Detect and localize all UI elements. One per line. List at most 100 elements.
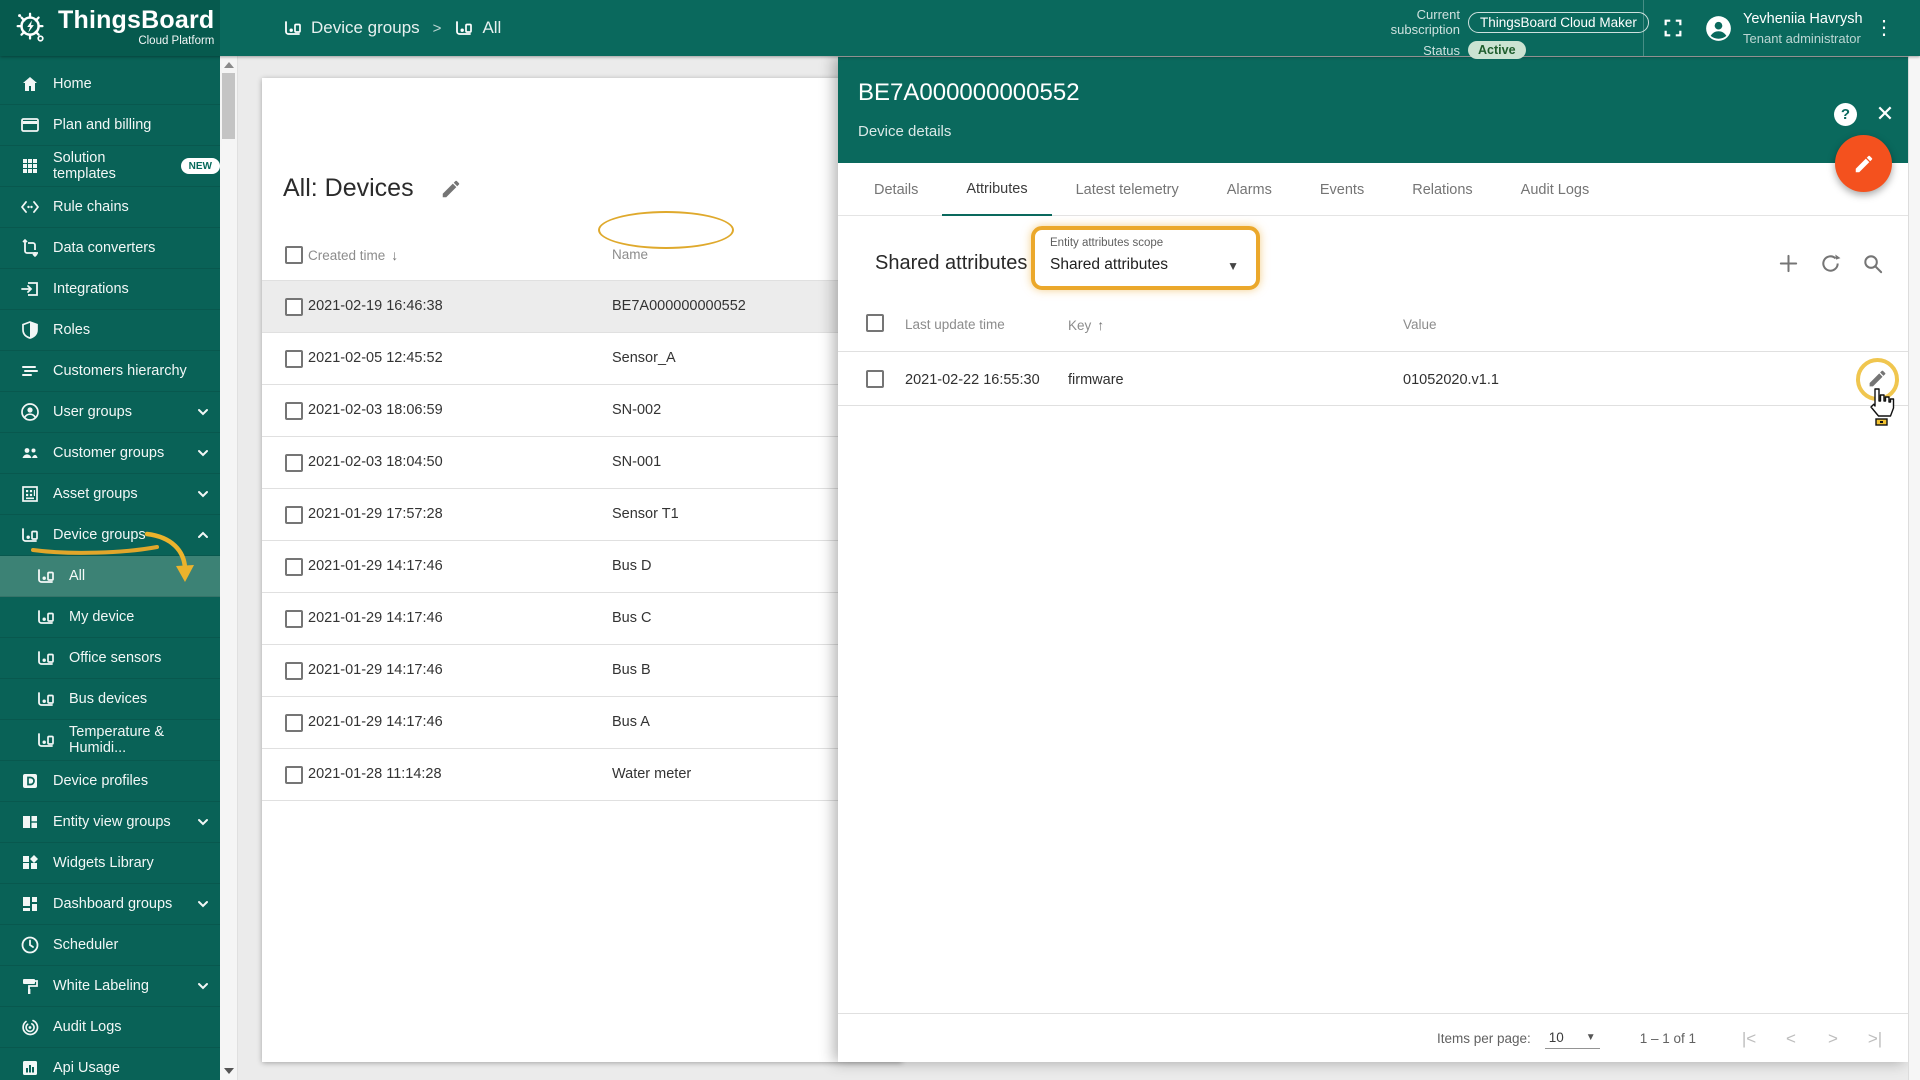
sidebar-item-customer-groups[interactable]: Customer groups <box>0 433 220 474</box>
row-checkbox[interactable] <box>285 558 303 576</box>
more-menu-icon[interactable]: ⋮ <box>1874 14 1894 42</box>
device-row[interactable]: 2021-02-19 16:46:38 BE7A000000000552 <box>262 281 902 333</box>
entity-attributes-scope-select[interactable]: Entity attributes scope Shared attribute… <box>1038 233 1253 284</box>
row-checkbox[interactable] <box>285 402 303 420</box>
sidebar-item-bus-devices[interactable]: Bus devices <box>0 679 220 720</box>
device-profiles-icon <box>20 771 40 791</box>
asset-groups-icon <box>20 484 40 504</box>
sidebar-item-device-groups[interactable]: Device groups <box>0 515 220 556</box>
items-per-page-select[interactable]: 10 ▼ <box>1545 1028 1600 1049</box>
thingsboard-logo[interactable]: ThingsBoard Cloud Platform <box>0 0 220 56</box>
subscription-plan-badge[interactable]: ThingsBoard Cloud Maker <box>1468 12 1649 33</box>
sidebar-item-dashboard-groups[interactable]: Dashboard groups <box>0 884 220 925</box>
sidebar-item-entity-view-groups[interactable]: Entity view groups <box>0 802 220 843</box>
sidebar-item-data-converters[interactable]: Data converters <box>0 228 220 269</box>
select-all-checkbox[interactable] <box>285 246 303 264</box>
device-row[interactable]: 2021-01-29 14:17:46 Bus D <box>262 541 902 593</box>
row-checkbox[interactable] <box>866 370 884 388</box>
attribute-row[interactable]: 2021-02-22 16:55:30 firmware 01052020.v1… <box>838 352 1908 405</box>
edit-device-fab[interactable] <box>1835 135 1892 192</box>
scrollbar-down-arrow[interactable] <box>224 1068 234 1074</box>
row-checkbox[interactable] <box>285 610 303 628</box>
select-all-checkbox[interactable] <box>866 314 884 332</box>
add-attribute-icon[interactable] <box>1777 252 1800 275</box>
tab-details[interactable]: Details <box>850 163 942 216</box>
column-value[interactable]: Value <box>1403 317 1437 332</box>
refresh-icon[interactable] <box>1819 252 1842 275</box>
help-icon[interactable]: ? <box>1834 103 1857 126</box>
tab-relations[interactable]: Relations <box>1388 163 1496 216</box>
sidebar-item-my-device[interactable]: My device <box>0 597 220 638</box>
breadcrumb-all[interactable]: All <box>454 18 501 38</box>
edit-attribute-pencil-icon[interactable] <box>1867 368 1888 389</box>
last-page-icon[interactable]: >| <box>1864 1028 1886 1050</box>
sidebar-item-solution-templates[interactable]: Solution templates NEW <box>0 146 220 187</box>
close-icon[interactable]: ✕ <box>1872 101 1898 127</box>
sidebar-item-integrations[interactable]: Integrations <box>0 269 220 310</box>
device-groups-icon <box>36 648 56 668</box>
next-page-icon[interactable]: > <box>1822 1028 1844 1050</box>
tab-events[interactable]: Events <box>1296 163 1388 216</box>
row-checkbox[interactable] <box>285 350 303 368</box>
device-row[interactable]: 2021-02-05 12:45:52 Sensor_A <box>262 333 902 385</box>
device-groups-icon <box>36 566 56 586</box>
column-created-time[interactable]: Created time <box>308 248 385 263</box>
device-row[interactable]: 2021-01-29 14:17:46 Bus B <box>262 645 902 697</box>
first-page-icon[interactable]: |< <box>1738 1028 1760 1050</box>
sidebar-item-scheduler[interactable]: Scheduler <box>0 925 220 966</box>
sidebar-item-asset-groups[interactable]: Asset groups <box>0 474 220 515</box>
device-row[interactable]: 2021-02-03 18:04:50 SN-001 <box>262 437 902 489</box>
column-key[interactable]: Key <box>1068 318 1091 333</box>
sidebar-item-api-usage[interactable]: Api Usage <box>0 1048 220 1080</box>
audit-logs-icon <box>20 1017 40 1037</box>
sidebar-item-user-groups[interactable]: User groups <box>0 392 220 433</box>
fullscreen-icon[interactable] <box>1662 17 1684 39</box>
prev-page-icon[interactable]: < <box>1780 1028 1802 1050</box>
sort-desc-icon[interactable]: ↓ <box>391 247 398 263</box>
row-checkbox[interactable] <box>285 506 303 524</box>
sidebar-item-customers-hierarchy[interactable]: Customers hierarchy <box>0 351 220 392</box>
column-name[interactable]: Name <box>612 247 648 262</box>
sidebar-item-plan-and-billing[interactable]: Plan and billing <box>0 105 220 146</box>
search-icon[interactable] <box>1861 252 1884 275</box>
device-row[interactable]: 2021-01-29 17:57:28 Sensor T1 <box>262 489 902 541</box>
sidebar-item-all[interactable]: All <box>0 556 220 597</box>
tab-alarms[interactable]: Alarms <box>1203 163 1296 216</box>
row-checkbox[interactable] <box>285 766 303 784</box>
edit-group-pencil-icon[interactable] <box>440 178 462 200</box>
sidebar-item-white-labeling[interactable]: White Labeling <box>0 966 220 1007</box>
sidebar-item-device-profiles[interactable]: Device profiles <box>0 761 220 802</box>
sidebar-item-rule-chains[interactable]: Rule chains <box>0 187 220 228</box>
row-checkbox[interactable] <box>285 298 303 316</box>
row-checkbox[interactable] <box>285 662 303 680</box>
device-row[interactable]: 2021-01-29 14:17:46 Bus C <box>262 593 902 645</box>
tab-audit-logs[interactable]: Audit Logs <box>1497 163 1614 216</box>
sidebar-item-temperature-humidity[interactable]: Temperature & Humidi... <box>0 720 220 761</box>
device-row[interactable]: 2021-01-28 11:14:28 Water meter <box>262 749 902 801</box>
scrollbar-up-arrow[interactable] <box>224 62 234 68</box>
cell-device-name: Bus D <box>612 558 652 574</box>
tab-attributes[interactable]: Attributes <box>942 163 1051 216</box>
sort-asc-icon[interactable]: ↑ <box>1097 317 1104 333</box>
sidebar-item-widgets-library[interactable]: Widgets Library <box>0 843 220 884</box>
tab-latest-telemetry[interactable]: Latest telemetry <box>1052 163 1203 216</box>
avatar[interactable] <box>1705 15 1732 42</box>
sidebar-item-audit-logs[interactable]: Audit Logs <box>0 1007 220 1048</box>
drawer-subtitle: Device details <box>858 123 951 140</box>
cell-device-name: SN-001 <box>612 454 661 470</box>
row-checkbox[interactable] <box>285 454 303 472</box>
sidebar-item-label: Solution templates <box>53 150 166 182</box>
page-scrollbar[interactable] <box>1908 56 1920 1080</box>
scrollbar-thumb[interactable] <box>222 73 235 139</box>
sidebar-item-roles[interactable]: Roles <box>0 310 220 351</box>
page-range: 1 – 1 of 1 <box>1640 1031 1696 1046</box>
sidebar-item-home[interactable]: Home <box>0 64 220 105</box>
row-checkbox[interactable] <box>285 714 303 732</box>
breadcrumb-device-groups[interactable]: Device groups <box>283 18 420 38</box>
sidebar-item-office-sensors[interactable]: Office sensors <box>0 638 220 679</box>
home-icon <box>20 74 40 94</box>
column-last-update-time[interactable]: Last update time <box>905 317 1005 332</box>
device-row[interactable]: 2021-01-29 14:17:46 Bus A <box>262 697 902 749</box>
device-row[interactable]: 2021-02-03 18:06:59 SN-002 <box>262 385 902 437</box>
sidebar: Home Plan and billing Solution templates… <box>0 56 220 1080</box>
